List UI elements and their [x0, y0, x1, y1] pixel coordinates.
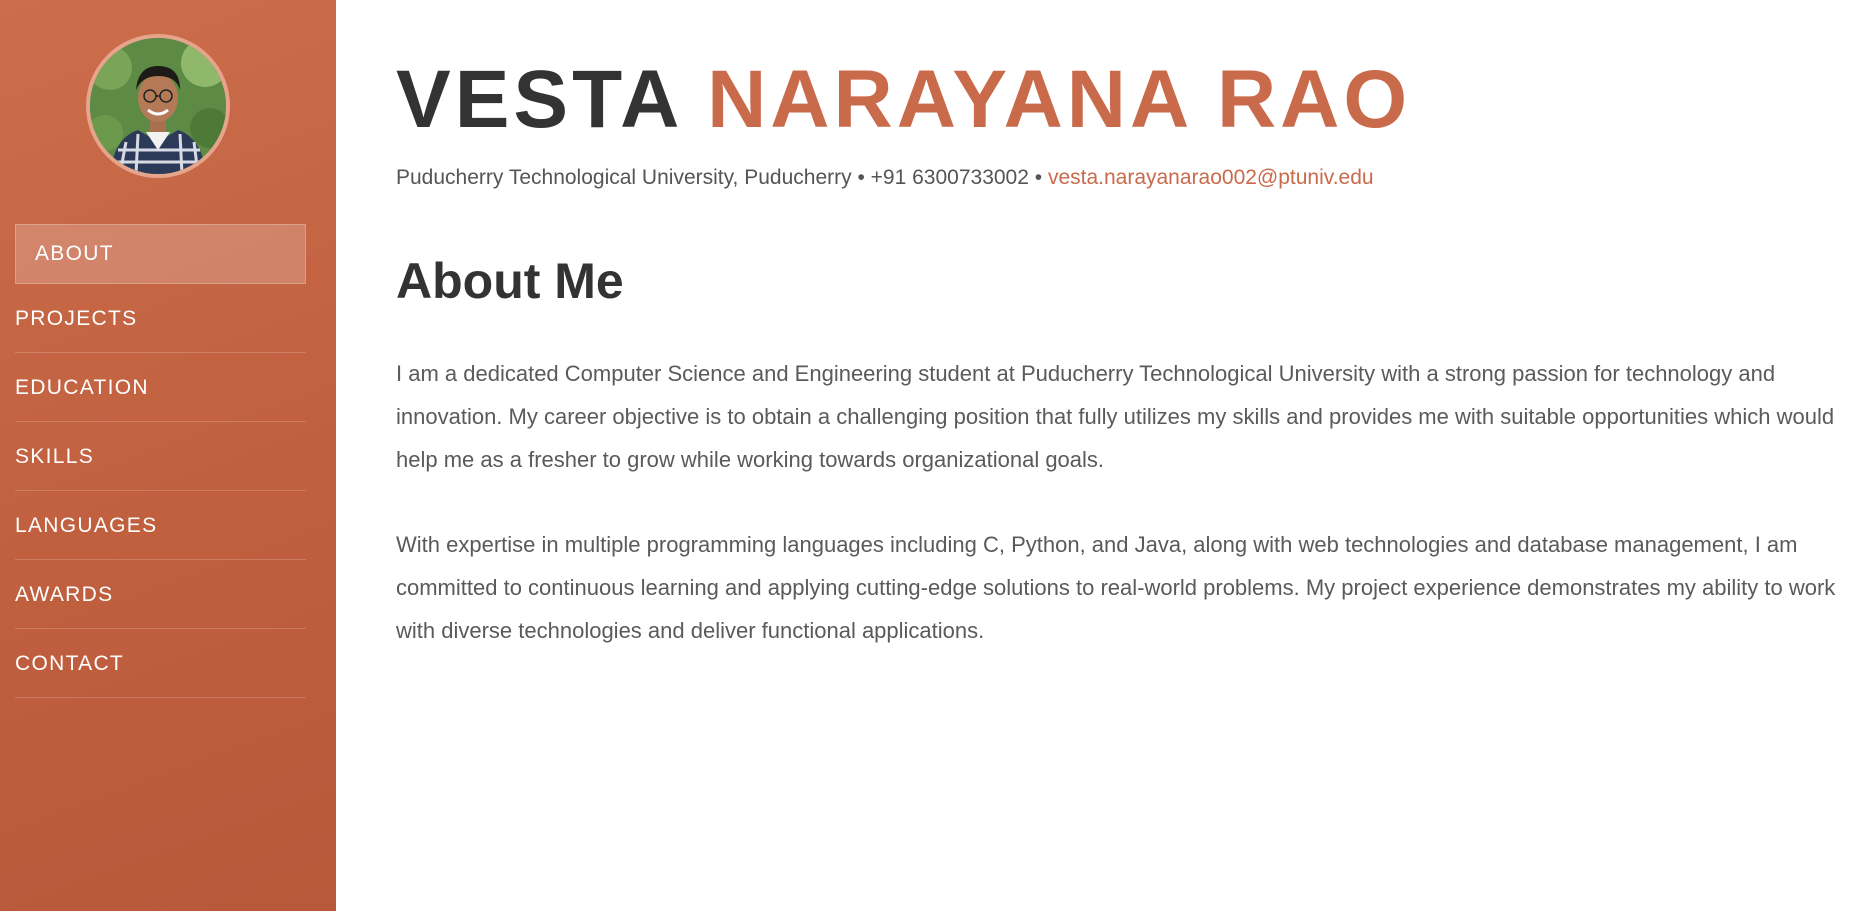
nav-item-projects[interactable]: PROJECTS [15, 284, 306, 353]
about-paragraph: With expertise in multiple programming l… [396, 532, 1836, 643]
email-link[interactable]: vesta.narayanarao002@ptuniv.edu [1048, 166, 1374, 189]
separator: • [851, 166, 871, 189]
nav-item-contact[interactable]: CONTACT [15, 629, 306, 698]
last-name: NARAYANA RAO [707, 54, 1412, 145]
about-paragraph: I am a dedicated Computer Science and En… [396, 361, 1835, 472]
profile-avatar [86, 34, 230, 178]
nav-item-skills[interactable]: SKILLS [15, 422, 306, 491]
sidebar-nav: ABOUT PROJECTS EDUCATION SKILLS LANGUAGE… [15, 224, 306, 698]
sidebar: ABOUT PROJECTS EDUCATION SKILLS LANGUAGE… [0, 0, 336, 911]
nav-item-awards[interactable]: AWARDS [15, 560, 306, 629]
separator: • [1028, 166, 1048, 189]
contact-line: Puducherry Technological University, Pud… [396, 166, 1374, 190]
nav-item-languages[interactable]: LANGUAGES [15, 491, 306, 560]
address: Puducherry Technological University, Pud… [396, 166, 852, 189]
section-title: About Me [396, 253, 624, 309]
phone: +91 6300733002 [870, 166, 1029, 189]
nav-item-about[interactable]: ABOUT [15, 224, 306, 284]
page-title: VESTA NARAYANA RAO [396, 52, 1411, 148]
profile-photo-icon [90, 38, 226, 174]
nav-item-education[interactable]: EDUCATION [15, 353, 306, 422]
first-name: VESTA [396, 54, 681, 145]
